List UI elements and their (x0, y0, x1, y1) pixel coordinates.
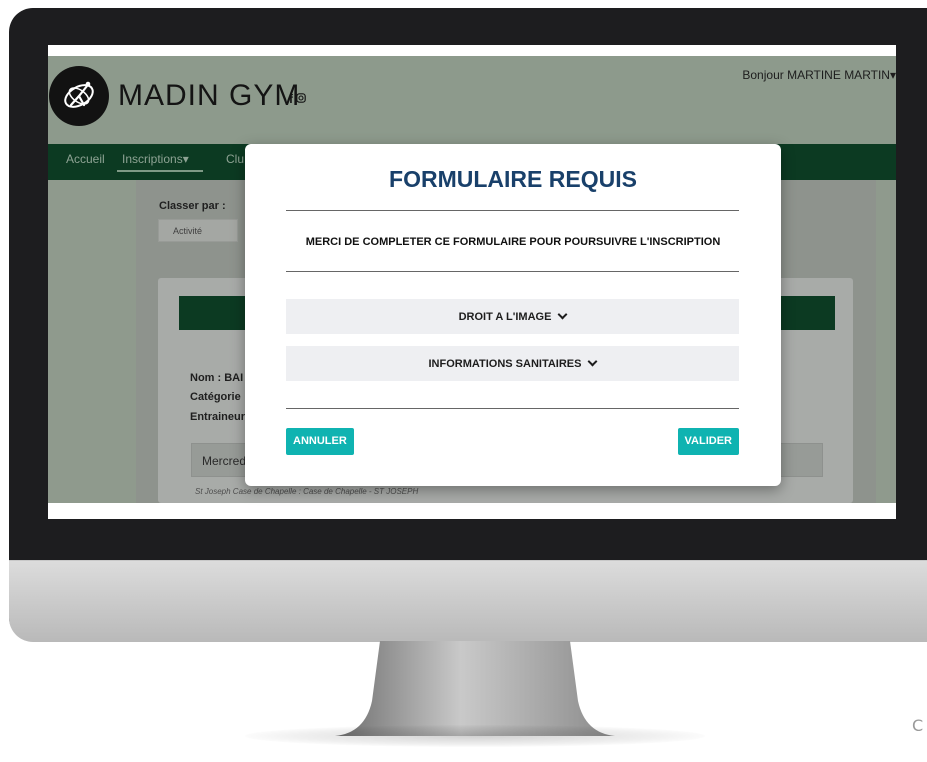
divider (286, 271, 739, 272)
accordion-droit-image[interactable]: DROIT A L'IMAGE (286, 299, 739, 334)
accordion-informations-sanitaires[interactable]: INFORMATIONS SANITAIRES (286, 346, 739, 381)
modal-message: MERCI DE COMPLETER CE FORMULAIRE POUR PO… (305, 236, 721, 248)
nav-inscriptions[interactable]: Inscriptions▾ (122, 152, 189, 166)
cancel-button[interactable]: ANNULER (286, 428, 354, 455)
sort-select[interactable]: Activité (158, 219, 238, 242)
monitor-chin (9, 560, 927, 642)
chevron-down-icon (557, 309, 568, 320)
monitor-screen: MADIN GYM f Bonjour MARTINE MARTIN▾ Accu… (48, 45, 896, 519)
facebook-icon[interactable]: f (289, 92, 293, 106)
chevron-down-icon (588, 356, 598, 367)
edge-glyph: C (912, 716, 924, 735)
location-text: St Joseph Case de Chapelle : Case de Cha… (195, 487, 419, 496)
validate-button[interactable]: VALIDER (677, 428, 739, 455)
instagram-icon[interactable] (296, 92, 306, 106)
categorie-label: Catégorie (190, 391, 241, 403)
social-links: f (289, 92, 306, 106)
brand-name[interactable]: MADIN GYM (118, 79, 300, 113)
stand-shadow (245, 725, 705, 747)
accordion-label: INFORMATIONS SANITAIRES (428, 357, 582, 370)
user-menu[interactable]: Bonjour MARTINE MARTIN▾ (742, 68, 896, 82)
nav-accueil[interactable]: Accueil (66, 152, 105, 166)
site-header: MADIN GYM f Bonjour MARTINE MARTIN▾ (48, 56, 896, 144)
sort-label: Classer par : (159, 200, 226, 212)
divider (286, 408, 739, 409)
nom-label: Nom : BAI (190, 372, 244, 384)
entraineur-label: Entraineur (190, 411, 246, 423)
divider (286, 210, 739, 211)
required-form-modal: FORMULAIRE REQUIS MERCI DE COMPLETER CE … (245, 144, 781, 486)
modal-title: FORMULAIRE REQUIS (389, 166, 637, 192)
logo-gymnast-icon[interactable] (49, 66, 109, 126)
active-nav-indicator (117, 170, 203, 172)
nav-clubs[interactable]: Clu (226, 152, 244, 166)
accordion-label: DROIT A L'IMAGE (458, 310, 552, 323)
